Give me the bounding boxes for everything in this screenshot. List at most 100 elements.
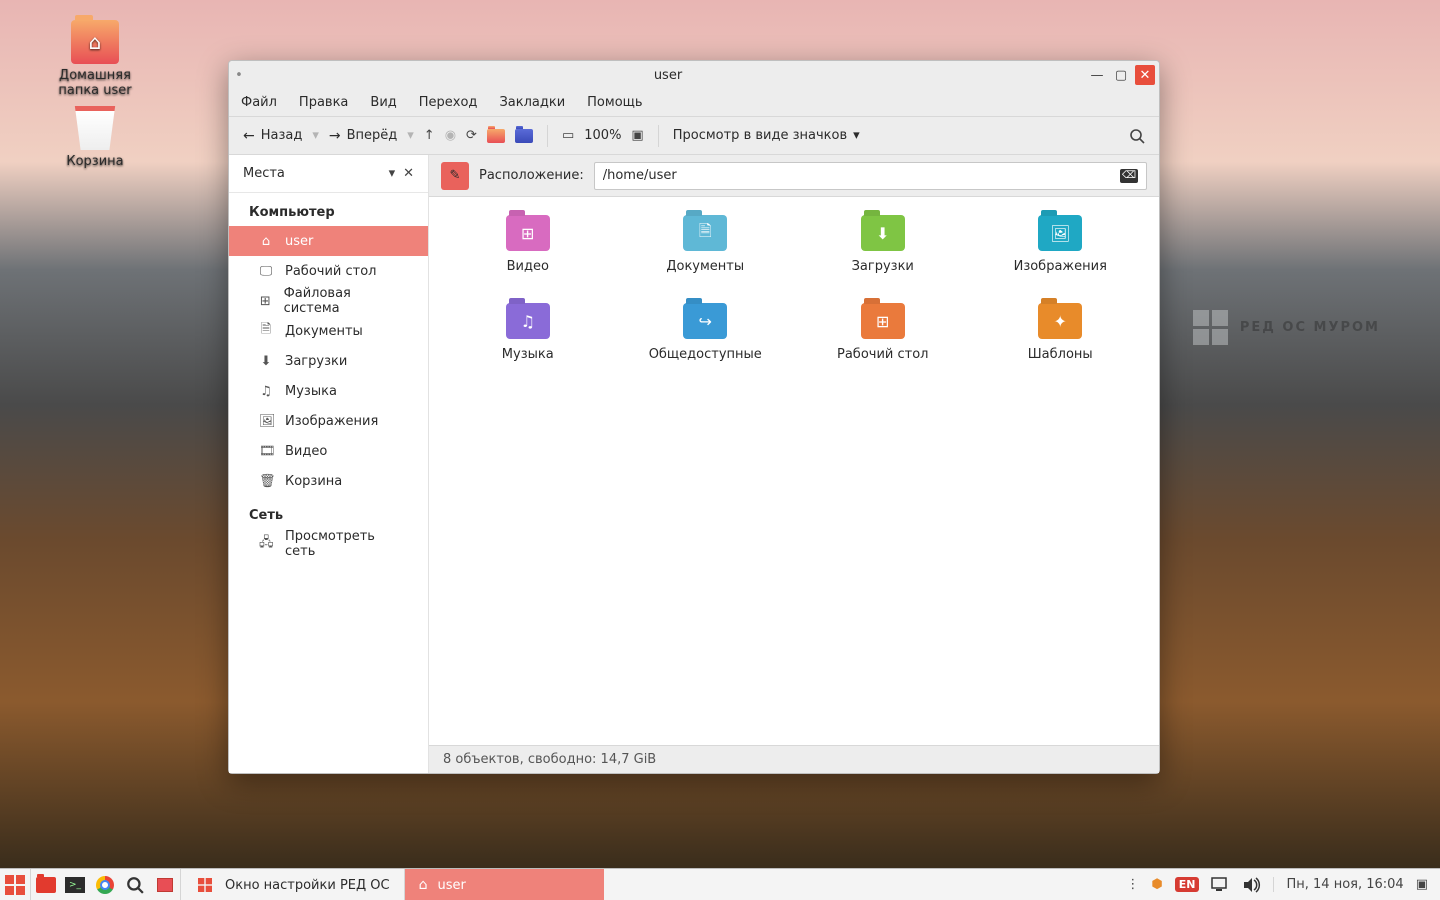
maximize-button[interactable]: ▢ bbox=[1111, 65, 1131, 85]
file-manager-window: • user — ▢ ✕ Файл Правка Вид Переход Зак… bbox=[228, 60, 1160, 774]
sidebar-item[interactable]: ♫ Музыка bbox=[229, 376, 428, 406]
redos-logo-icon bbox=[198, 878, 212, 892]
stop-button[interactable]: ◉ bbox=[445, 128, 456, 143]
file-item[interactable]: ♫ Музыка bbox=[439, 303, 617, 391]
menu-edit[interactable]: Правка bbox=[299, 95, 348, 110]
arrow-left-icon: ← bbox=[243, 128, 255, 144]
desktop-icon-label: Корзина bbox=[66, 154, 123, 169]
volume-icon[interactable] bbox=[1243, 877, 1261, 893]
back-history-dropdown[interactable]: ▾ bbox=[312, 128, 319, 143]
sidebar-item[interactable]: ⌂user bbox=[229, 226, 428, 256]
file-item[interactable]: ↪Общедоступные bbox=[617, 303, 795, 391]
file-grid[interactable]: ⊞Видео🗎Документы⬇Загрузки🖼Изображения ♫ Му… bbox=[429, 197, 1159, 745]
minimize-button[interactable]: — bbox=[1087, 65, 1107, 85]
sidebar-item[interactable]: 🗑Корзина bbox=[229, 466, 428, 496]
sidebar-close[interactable]: ✕ bbox=[403, 166, 414, 181]
file-label: Музыка bbox=[502, 347, 554, 362]
file-item[interactable]: 🖼Изображения bbox=[972, 215, 1150, 303]
sidebar-item[interactable]: 🖼Изображения bbox=[229, 406, 428, 436]
sidebar-item[interactable]: ⬇Загрузки bbox=[229, 346, 428, 376]
forward-history-dropdown[interactable]: ▾ bbox=[407, 128, 414, 143]
location-input[interactable] bbox=[603, 168, 1120, 183]
launcher-files[interactable] bbox=[30, 869, 60, 900]
redos-logo-icon bbox=[5, 875, 25, 895]
clock[interactable]: Пн, 14 ноя, 16:04 bbox=[1273, 877, 1403, 892]
edit-path-button[interactable]: ✎ bbox=[441, 162, 469, 190]
sidebar-item-icon: ♫ bbox=[259, 384, 273, 399]
menu-bookmarks[interactable]: Закладки bbox=[499, 95, 565, 110]
desktop-icon-trash[interactable]: Корзина bbox=[40, 106, 150, 169]
zoom-out-button[interactable]: ▭ bbox=[562, 128, 574, 143]
up-button[interactable]: ↑ bbox=[424, 128, 435, 143]
window-menu-icon[interactable]: • bbox=[229, 68, 249, 83]
zoom-controls: ▭ 100% ▣ bbox=[562, 128, 644, 143]
view-mode-selector[interactable]: Просмотр в виде значков ▾ bbox=[673, 128, 860, 143]
task-label: user bbox=[438, 878, 466, 893]
sidebar-item-label: user bbox=[285, 234, 313, 249]
launcher-search[interactable] bbox=[120, 869, 150, 900]
menu-file[interactable]: Файл bbox=[241, 95, 277, 110]
sidebar-item[interactable]: 🖵Рабочий стол bbox=[229, 256, 428, 286]
tray-menu-icon[interactable]: ⋮ bbox=[1126, 877, 1139, 892]
os-watermark: РЕД ОС МУРОМ bbox=[1193, 310, 1380, 345]
file-item[interactable]: ⬇Загрузки bbox=[794, 215, 972, 303]
file-item[interactable]: ✦Шаблоны bbox=[972, 303, 1150, 391]
back-button[interactable]: ← Назад bbox=[243, 128, 302, 144]
show-desktop-button[interactable] bbox=[150, 869, 180, 900]
file-label: Документы bbox=[666, 259, 744, 274]
window-title: user bbox=[249, 68, 1087, 83]
titlebar[interactable]: • user — ▢ ✕ bbox=[229, 61, 1159, 89]
tray-expand-icon[interactable]: ▣ bbox=[1416, 877, 1428, 892]
search-icon bbox=[126, 876, 144, 894]
search-button[interactable] bbox=[1129, 128, 1145, 144]
zoom-in-button[interactable]: ▣ bbox=[631, 128, 643, 143]
sidebar-item-label: Музыка bbox=[285, 384, 337, 399]
forward-button[interactable]: → Вперёд bbox=[329, 128, 397, 144]
keyboard-layout-indicator[interactable]: EN bbox=[1175, 877, 1200, 892]
folder-icon: ♫ bbox=[506, 303, 550, 339]
desktop-icon-home[interactable]: Домашняя папка user bbox=[40, 20, 150, 98]
location-input-wrapper: ⌫ bbox=[594, 162, 1147, 190]
system-tray: ⋮ ⬢ EN Пн, 14 ноя, 16:04 ▣ bbox=[1114, 877, 1440, 893]
menu-help[interactable]: Помощь bbox=[587, 95, 642, 110]
status-bar: 8 объектов, свободно: 14,7 GiB bbox=[429, 745, 1159, 773]
file-label: Изображения bbox=[1014, 259, 1107, 274]
sidebar-item[interactable]: ⊞Файловая система bbox=[229, 286, 428, 316]
folder-icon: ↪ bbox=[683, 303, 727, 339]
start-menu-button[interactable] bbox=[0, 869, 30, 900]
computer-shortcut-icon[interactable] bbox=[515, 129, 533, 143]
reload-button[interactable]: ⟳ bbox=[466, 128, 477, 143]
location-label: Расположение: bbox=[479, 168, 584, 183]
sidebar-item[interactable]: 🖧Просмотреть сеть bbox=[229, 529, 428, 559]
folder-icon: ⊞ bbox=[506, 215, 550, 251]
folder-icon: ⬇ bbox=[861, 215, 905, 251]
clear-path-button[interactable]: ⌫ bbox=[1120, 169, 1138, 183]
tray-security-icon[interactable]: ⬢ bbox=[1151, 877, 1162, 892]
sidebar-dropdown[interactable]: ▾ bbox=[389, 166, 396, 181]
taskbar-task[interactable]: Окно настройки РЕД ОС bbox=[180, 869, 404, 900]
sidebar-section-title: Компьютер bbox=[229, 193, 428, 226]
sidebar-item[interactable]: 🗎Документы bbox=[229, 316, 428, 346]
forward-label: Вперёд bbox=[347, 128, 398, 143]
close-button[interactable]: ✕ bbox=[1135, 65, 1155, 85]
launcher-terminal[interactable]: >_ bbox=[60, 869, 90, 900]
sidebar-item-label: Рабочий стол bbox=[285, 264, 376, 279]
launcher-browser[interactable] bbox=[90, 869, 120, 900]
arrow-right-icon: → bbox=[329, 128, 341, 144]
sidebar-item[interactable]: 🎞Видео bbox=[229, 436, 428, 466]
trash-icon bbox=[71, 106, 119, 150]
home-shortcut-icon[interactable] bbox=[487, 129, 505, 143]
sidebar-item-label: Документы bbox=[285, 324, 363, 339]
taskbar-task[interactable]: ⌂ user bbox=[404, 869, 604, 900]
show-desktop-icon bbox=[157, 878, 173, 892]
file-item[interactable]: 🗎Документы bbox=[617, 215, 795, 303]
search-icon bbox=[1129, 128, 1145, 144]
menu-view[interactable]: Вид bbox=[370, 95, 396, 110]
terminal-icon: >_ bbox=[65, 877, 85, 893]
sidebar-item-icon: ⬇ bbox=[259, 354, 273, 369]
network-icon[interactable] bbox=[1211, 877, 1231, 893]
file-item[interactable]: ⊞Видео bbox=[439, 215, 617, 303]
home-icon: ⌂ bbox=[419, 877, 428, 893]
menu-go[interactable]: Переход bbox=[419, 95, 478, 110]
file-item[interactable]: ⊞Рабочий стол bbox=[794, 303, 972, 391]
